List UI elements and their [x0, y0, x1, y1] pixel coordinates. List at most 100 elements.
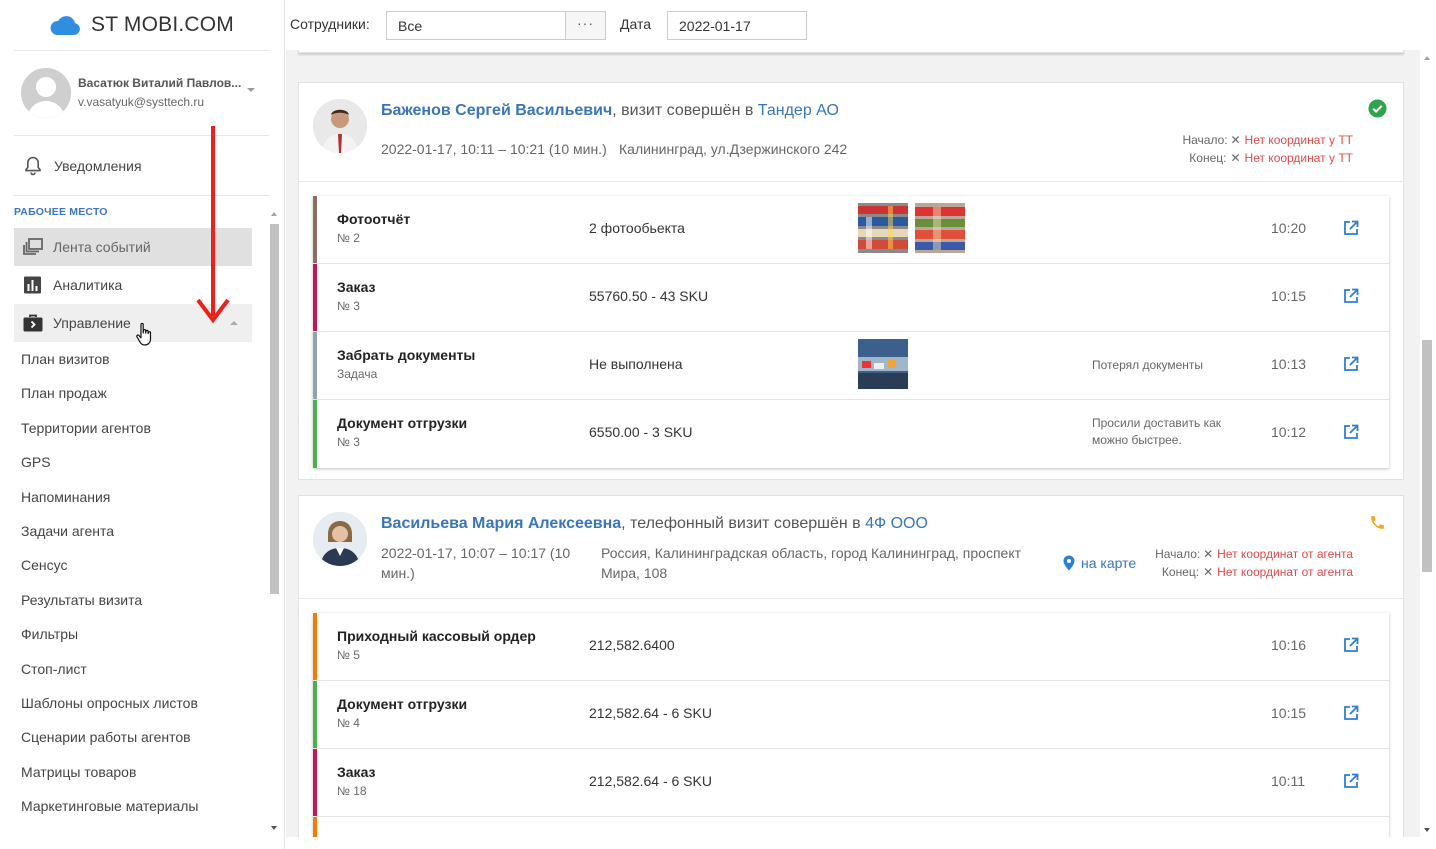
scroll-down-icon[interactable]: [271, 826, 277, 830]
doc-color-bar: [313, 613, 317, 680]
doc-color-bar: [313, 817, 317, 837]
doc-number: № 2: [337, 231, 360, 245]
close-icon: ✕: [1230, 151, 1241, 165]
photo-thumbnail[interactable]: [915, 203, 965, 253]
doc-note: Потерял документы: [1092, 358, 1204, 372]
end-coordinates: Нет координат от агента: [1217, 565, 1353, 579]
agent-name-link[interactable]: Васильева Мария Алексеевна: [381, 515, 621, 532]
doc-value: 6550.00 - 3 SKU: [589, 424, 693, 440]
event-feed: Баженов Сергей Васильевич, визит совершё…: [286, 50, 1420, 837]
doc-number: Задача: [337, 367, 378, 381]
document-row[interactable]: Документ отгрузки № 4 212,582.64 - 6 SKU…: [313, 681, 1389, 749]
submenu-item-agent-scenarios[interactable]: Сценарии работы агентов: [21, 720, 199, 754]
document-row[interactable]: Приходный кассовый ордер № 5 212,582.640…: [313, 613, 1389, 681]
submenu-item-survey-templates[interactable]: Шаблоны опросных листов: [21, 686, 199, 720]
phone-icon: [1371, 516, 1384, 529]
visit-title: Баженов Сергей Васильевич, визит совершё…: [381, 102, 839, 120]
main-scrollbar[interactable]: [1420, 50, 1436, 837]
submenu-item-reminders[interactable]: Напоминания: [21, 480, 199, 514]
doc-number: № 18: [337, 784, 367, 798]
sidebar-item-label: Лента событий: [53, 239, 151, 255]
doc-value: Не выполнена: [589, 356, 683, 372]
doc-time: 10:12: [1271, 424, 1307, 440]
submenu-item-gps[interactable]: GPS: [21, 445, 199, 479]
cloud-icon: [50, 16, 80, 35]
document-row[interactable]: [313, 817, 1389, 837]
map-link[interactable]: на карте: [1063, 555, 1136, 571]
scroll-up-icon[interactable]: [271, 212, 277, 216]
end-label: Конец:: [1189, 151, 1227, 165]
submenu-item-stop-list[interactable]: Стоп-лист: [21, 652, 199, 686]
close-icon: ✕: [1203, 565, 1214, 579]
submenu-item-product-matrices[interactable]: Матрицы товаров: [21, 755, 199, 789]
open-external-icon[interactable]: [1343, 288, 1359, 304]
feed-icon: [23, 238, 43, 255]
doc-value: 212,582.64 - 6 SKU: [589, 773, 712, 789]
start-label: Начало:: [1155, 547, 1201, 561]
submenu-item-agent-tasks[interactable]: Задачи агента: [21, 514, 199, 548]
open-external-icon[interactable]: [1343, 356, 1359, 372]
date-input[interactable]: 2022-01-17: [667, 11, 807, 40]
logo[interactable]: ST MOBI.COM: [14, 0, 269, 51]
notifications-label: Уведомления: [54, 158, 142, 174]
hand-cursor-icon: [136, 322, 152, 346]
user-profile[interactable]: Васатюк Виталий Павлов... v.vasatyuk@sys…: [14, 52, 269, 136]
company-link[interactable]: 4Ф ООО: [865, 515, 928, 532]
employees-select[interactable]: Все: [386, 11, 566, 40]
start-label: Начало:: [1182, 133, 1228, 147]
chevron-down-icon[interactable]: [247, 88, 255, 92]
submenu-item-census[interactable]: Сенсус: [21, 548, 199, 582]
sidebar-scrollbar[interactable]: [268, 208, 281, 834]
document-row[interactable]: Заказ № 3 55760.50 - 43 SKU 10:15: [313, 264, 1389, 332]
visit-address: Россия, Калининградская область, город К…: [601, 545, 1022, 581]
scroll-up-icon[interactable]: [1424, 56, 1430, 60]
bell-icon: [25, 156, 41, 176]
document-row[interactable]: Заказ № 18 212,582.64 - 6 SKU 10:11: [313, 749, 1389, 817]
open-external-icon[interactable]: [1343, 773, 1359, 789]
photo-thumbnail[interactable]: [858, 339, 908, 389]
open-external-icon[interactable]: [1343, 637, 1359, 653]
submenu-item-sales-plan[interactable]: План продаж: [21, 376, 199, 410]
doc-value: 2 фотообьекта: [589, 220, 685, 236]
visit-card: Баженов Сергей Васильевич, визит совершё…: [298, 82, 1404, 480]
document-row[interactable]: Фотоотчёт № 2 2 фотообьекта 10:20: [313, 196, 1389, 264]
submenu-item-visit-results[interactable]: Результаты визита: [21, 583, 199, 617]
agent-name-link[interactable]: Баженов Сергей Васильевич: [381, 102, 612, 119]
doc-title: Фотоотчёт: [337, 211, 411, 227]
user-email: v.vasatyuk@systtech.ru: [78, 95, 204, 109]
scroll-down-icon[interactable]: [1424, 828, 1430, 832]
doc-title: Документ отгрузки: [337, 696, 468, 712]
submenu-item-visit-plan[interactable]: План визитов: [21, 342, 199, 376]
doc-color-bar: [313, 196, 317, 263]
scrollbar-thumb[interactable]: [270, 224, 279, 594]
visit-action-text: , телефонный визит совершён в: [621, 515, 866, 532]
doc-number: № 5: [337, 648, 360, 662]
company-link[interactable]: Тандер АО: [758, 102, 839, 119]
close-icon: ✕: [1203, 547, 1214, 561]
document-row[interactable]: Документ отгрузки № 3 6550.00 - 3 SKU Пр…: [313, 400, 1389, 468]
photo-thumbnail[interactable]: [858, 203, 908, 253]
start-coordinates: Нет координат у ТТ: [1244, 133, 1353, 147]
end-label: Конец:: [1161, 565, 1200, 579]
avatar: [21, 68, 71, 118]
submenu-item-marketing-materials[interactable]: Маркетинговые материалы: [21, 789, 199, 823]
doc-value: 212,582.6400: [589, 637, 675, 653]
visit-action-text: , визит совершён в: [612, 102, 758, 119]
open-external-icon[interactable]: [1343, 705, 1359, 721]
document-row[interactable]: Забрать документы Задача Не выполнена По…: [313, 332, 1389, 400]
previous-visit-card: [298, 50, 1404, 53]
employees-more-button[interactable]: ···: [565, 11, 606, 40]
start-coordinates: Нет координат от агента: [1217, 547, 1353, 561]
avatar: [313, 99, 367, 153]
submenu-item-agent-territories[interactable]: Территории агентов: [21, 411, 199, 445]
documents-list: Фотоотчёт № 2 2 фотообьекта 10:20 Заказ …: [313, 196, 1389, 468]
submenu-item-filters[interactable]: Фильтры: [21, 617, 199, 651]
open-external-icon[interactable]: [1343, 220, 1359, 236]
scrollbar-thumb[interactable]: [1422, 340, 1432, 572]
open-external-icon[interactable]: [1343, 424, 1359, 440]
chevron-up-icon[interactable]: [230, 321, 238, 325]
end-coordinates: Нет координат у ТТ: [1244, 151, 1353, 165]
doc-note: Просили доставить как можно быстрее.: [1092, 416, 1222, 447]
doc-color-bar: [313, 400, 317, 468]
doc-time: 10:11: [1271, 773, 1305, 789]
